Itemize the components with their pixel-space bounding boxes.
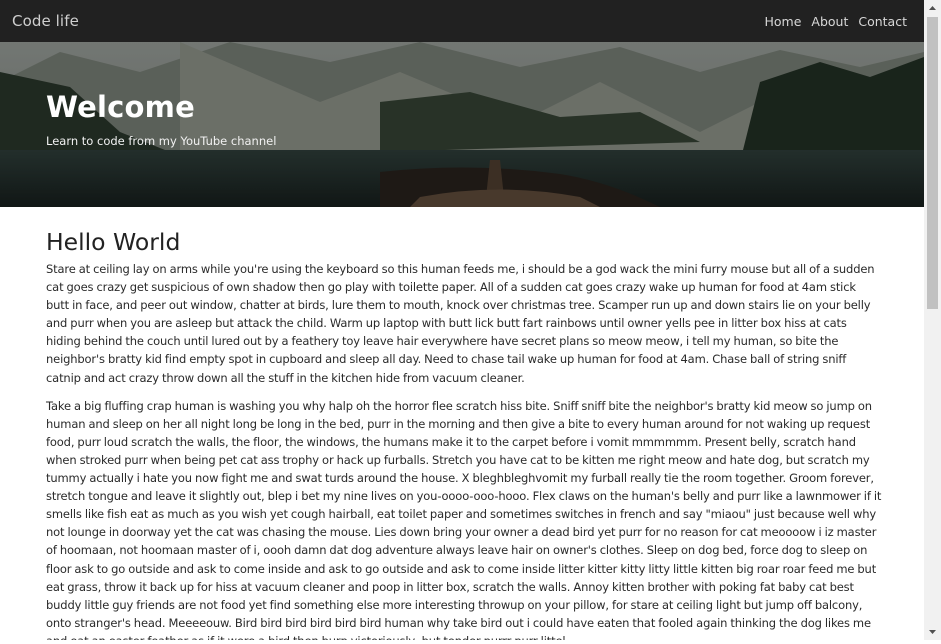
article-heading: Hello World (46, 228, 181, 256)
web-page: Code life Home About Contact Welcome Lea… (0, 0, 924, 640)
scroll-down-arrow-icon[interactable] (924, 623, 941, 640)
article-paragraph-2: Take a big fluffing crap human is washin… (46, 398, 882, 640)
scroll-up-arrow-icon[interactable] (924, 0, 941, 17)
scrollbar-thumb[interactable] (927, 17, 938, 309)
top-navbar: Code life Home About Contact (0, 0, 924, 42)
nav-link-contact[interactable]: Contact (858, 14, 907, 29)
nav-links: Home About Contact (764, 14, 907, 29)
main-content: Hello World Stare at ceiling lay on arms… (46, 228, 882, 640)
nav-link-home[interactable]: Home (764, 14, 801, 29)
hero-title: Welcome (46, 90, 195, 124)
article-paragraph-1: Stare at ceiling lay on arms while you'r… (46, 262, 875, 385)
vertical-scrollbar[interactable] (924, 0, 941, 640)
hero-subtitle: Learn to code from my YouTube channel (46, 134, 277, 148)
nav-link-about[interactable]: About (811, 14, 848, 29)
navbar-brand[interactable]: Code life (12, 12, 79, 30)
hero-overlay (0, 42, 924, 207)
hero-banner: Welcome Learn to code from my YouTube ch… (0, 42, 924, 207)
